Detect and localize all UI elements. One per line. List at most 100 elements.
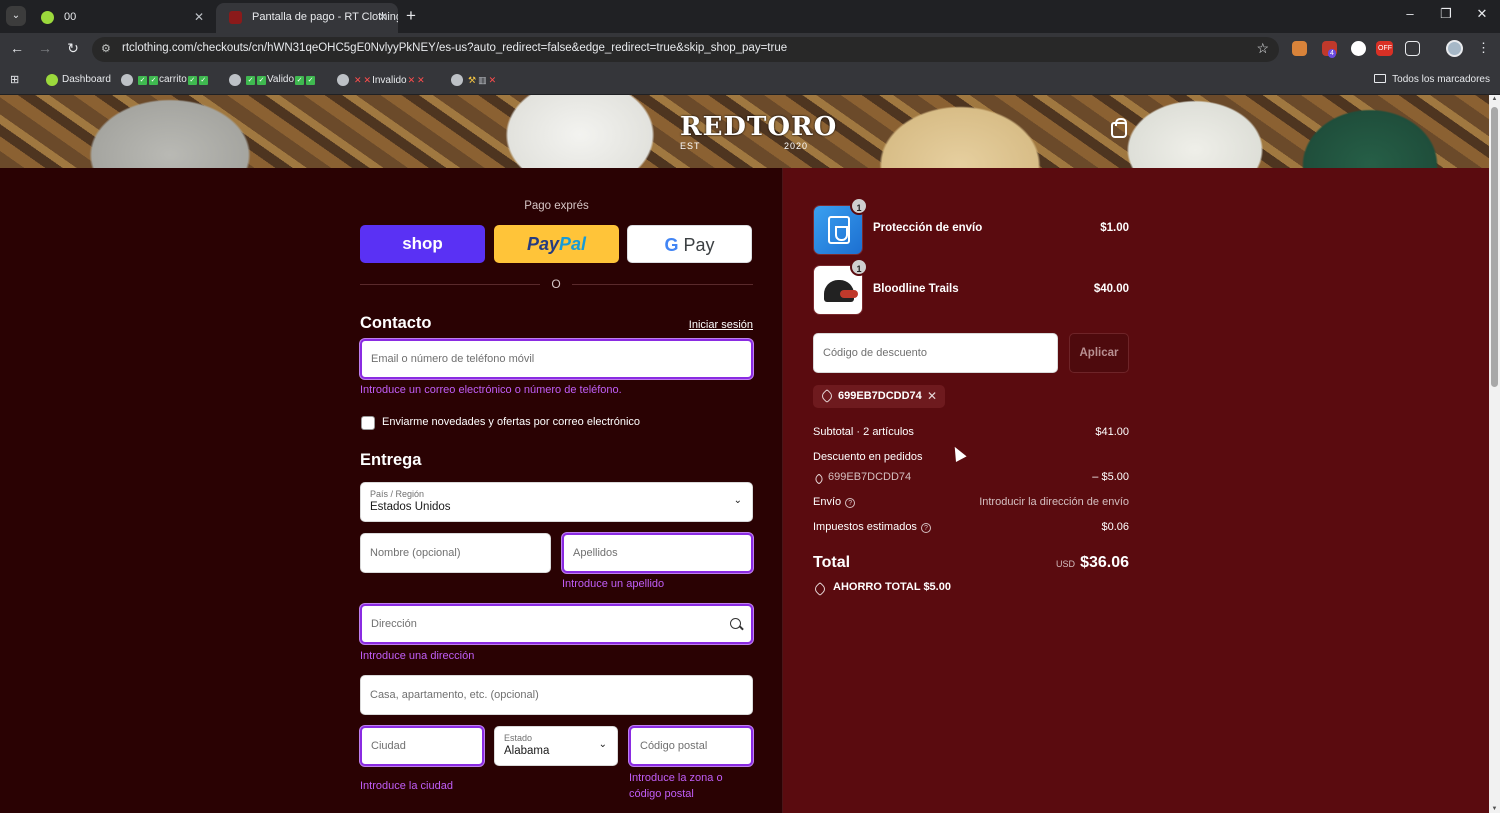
google-pay-button[interactable]: G Pay bbox=[627, 225, 752, 263]
order-discount-value: – $5.00 bbox=[1092, 471, 1129, 483]
first-name-field[interactable]: Nombre (opcional) bbox=[360, 533, 551, 573]
newsletter-checkbox[interactable] bbox=[361, 416, 375, 430]
bookmarks-bar: ⊞ Dashboard ✓ ✓ carrito ✓ ✓ ✓ ✓ Valido ✓ ✓ ✕ ✕Inv… bbox=[0, 66, 1500, 95]
subtotal-value: $41.00 bbox=[1095, 426, 1129, 438]
all-bookmarks-label: Todos los marcadores bbox=[1392, 74, 1490, 85]
bookmark-tools[interactable]: ⚒ ▥ ✕ bbox=[451, 72, 497, 88]
scroll-down-icon[interactable]: ▼ bbox=[1489, 806, 1500, 812]
forward-icon[interactable]: → bbox=[35, 40, 55, 56]
help-icon[interactable]: ? bbox=[845, 498, 856, 508]
order-discount-label: Descuento en pedidos bbox=[813, 451, 923, 463]
cap-bill-shape bbox=[840, 290, 858, 298]
address-placeholder: Dirección bbox=[371, 618, 417, 630]
close-tab-icon[interactable]: ✕ bbox=[378, 3, 388, 31]
all-bookmarks[interactable]: Todos los marcadores bbox=[1374, 72, 1490, 88]
bookmark-star-icon[interactable]: ☆ bbox=[1256, 40, 1269, 57]
logo-est: EST bbox=[680, 141, 701, 151]
site-info-icon[interactable]: ⚙ bbox=[101, 42, 111, 55]
shop-pay-button[interactable]: shop bbox=[360, 225, 485, 263]
globe-icon bbox=[337, 74, 349, 86]
delivery-heading: Entrega bbox=[360, 451, 422, 469]
check-icon: ✓ bbox=[138, 76, 147, 85]
tab-checkout[interactable]: Pantalla de pago - RT Clothing ✕ bbox=[216, 3, 398, 33]
remove-discount-icon[interactable]: ✕ bbox=[927, 385, 937, 408]
scroll-thumb[interactable] bbox=[1491, 107, 1498, 387]
state-select[interactable]: Estado Alabama ⌄ bbox=[494, 726, 618, 766]
country-select[interactable]: País / Región Estados Unidos ⌄ bbox=[360, 482, 753, 522]
subtotal-label: Subtotal · 2 artículos bbox=[813, 426, 914, 438]
taxes-value: $0.06 bbox=[1101, 521, 1129, 533]
logo-year: 2020 bbox=[783, 141, 808, 151]
check-icon: ✓ bbox=[257, 76, 266, 85]
bookmark-label: carrito bbox=[159, 74, 187, 85]
divider bbox=[360, 284, 540, 285]
url-text: rtclothing.com/checkouts/cn/hWN31qeOHC5g… bbox=[122, 42, 788, 54]
country-label: País / Región bbox=[370, 489, 425, 499]
taxes-row: Impuestos estimados? bbox=[813, 521, 931, 533]
new-tab-icon[interactable]: + bbox=[406, 6, 416, 26]
page-scrollbar[interactable]: ▲ ▼ bbox=[1489, 95, 1500, 813]
scroll-up-icon[interactable]: ▲ bbox=[1489, 96, 1500, 102]
bookmark-carrito[interactable]: ✓ ✓ carrito ✓ ✓ bbox=[121, 72, 209, 88]
last-name-placeholder: Apellidos bbox=[573, 547, 618, 559]
last-name-error: Introduce un apellido bbox=[562, 578, 665, 590]
city-field[interactable]: Ciudad bbox=[360, 726, 484, 766]
email-error: Introduce un correo electrónico o número… bbox=[360, 384, 622, 396]
browser-menu-icon[interactable]: ⋮ bbox=[1477, 40, 1490, 56]
address-bar[interactable]: ⚙ rtclothing.com/checkouts/cn/hWN31qeOHC… bbox=[92, 37, 1279, 62]
bookmark-dashboard[interactable]: Dashboard bbox=[46, 72, 111, 88]
order-summary bbox=[783, 168, 1489, 813]
address-field[interactable]: Dirección bbox=[360, 604, 753, 644]
express-checkout-title: Pago exprés bbox=[524, 200, 589, 212]
quantity-badge: 1 bbox=[850, 258, 868, 276]
minimize-icon[interactable]: – bbox=[1392, 6, 1428, 21]
city-placeholder: Ciudad bbox=[371, 740, 406, 752]
close-window-icon[interactable]: ✕ bbox=[1464, 6, 1500, 22]
apps-grid-icon[interactable]: ⊞ bbox=[10, 73, 19, 86]
apartment-field[interactable]: Casa, apartamento, etc. (opcional) bbox=[360, 675, 753, 715]
discount-code-field[interactable]: Código de descuento bbox=[813, 333, 1058, 373]
item-name: Bloodline Trails bbox=[873, 283, 959, 295]
extensions-puzzle-icon[interactable] bbox=[1405, 41, 1420, 56]
paypal-button[interactable]: PayPal bbox=[494, 225, 619, 263]
store-logo[interactable]: REDTORO bbox=[680, 112, 837, 142]
tab-title: 00 bbox=[64, 11, 77, 23]
first-name-placeholder: Nombre (opcional) bbox=[370, 547, 461, 559]
cookie-extension-icon[interactable] bbox=[1292, 41, 1307, 56]
help-icon[interactable]: ? bbox=[920, 523, 931, 533]
email-field[interactable]: Email o número de teléfono móvil bbox=[360, 339, 753, 379]
tab-favicon-icon bbox=[41, 11, 54, 24]
header-banner: REDTORO EST 2020 bbox=[0, 95, 1489, 168]
bookmark-favicon-icon bbox=[46, 74, 58, 86]
zip-field[interactable]: Código postal bbox=[629, 726, 753, 766]
bookmark-invalido[interactable]: ✕ ✕Invalido✕ ✕ bbox=[337, 72, 426, 88]
sign-in-link[interactable]: Iniciar sesión bbox=[660, 319, 753, 331]
quantity-badge: 1 bbox=[850, 197, 868, 215]
order-discount-code: 699EB7DCDD74 bbox=[828, 471, 912, 483]
close-tab-icon[interactable]: ✕ bbox=[194, 3, 204, 31]
extension-badge: OFF bbox=[1378, 45, 1392, 52]
bookmark-valido[interactable]: ✓ ✓ Valido ✓ ✓ bbox=[229, 72, 316, 88]
restore-icon[interactable]: ❐ bbox=[1428, 6, 1464, 22]
folder-icon bbox=[1374, 74, 1387, 83]
reload-icon[interactable]: ↻ bbox=[63, 40, 83, 57]
cross-icon: ✕ bbox=[488, 75, 497, 85]
tab-search-icon[interactable]: ⌄ bbox=[6, 6, 26, 26]
off-extension-icon[interactable]: OFF bbox=[1376, 41, 1393, 56]
record-extension-icon[interactable] bbox=[1351, 41, 1366, 56]
apply-discount-button[interactable]: Aplicar bbox=[1069, 333, 1129, 373]
check-icon: ✓ bbox=[306, 76, 316, 85]
tab-00[interactable]: 00 ✕ bbox=[28, 3, 214, 33]
back-icon[interactable]: ← bbox=[7, 40, 27, 56]
total-label: Total bbox=[813, 554, 851, 571]
email-placeholder: Email o número de teléfono móvil bbox=[371, 353, 535, 365]
apartment-placeholder: Casa, apartamento, etc. (opcional) bbox=[370, 689, 539, 701]
search-icon bbox=[730, 618, 741, 629]
shopping-bag-icon[interactable] bbox=[1111, 118, 1127, 138]
shield-extension-icon[interactable]: 4 bbox=[1322, 41, 1337, 58]
profile-avatar[interactable] bbox=[1446, 40, 1463, 57]
shipping-label: Envío bbox=[813, 496, 842, 508]
last-name-field[interactable]: Apellidos bbox=[562, 533, 753, 573]
logo-subtitle: EST 2020 bbox=[680, 141, 808, 151]
discount-placeholder: Código de descuento bbox=[823, 347, 927, 359]
